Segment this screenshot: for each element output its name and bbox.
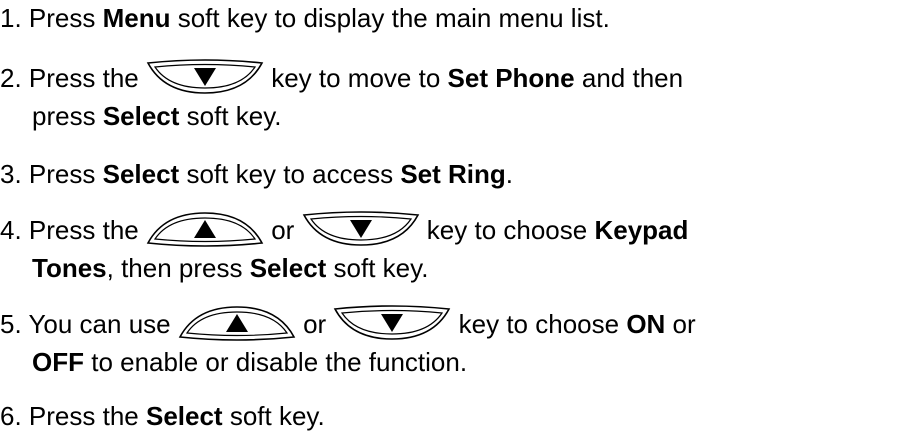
step-number: 2. [0,63,22,93]
step-number: 6. [0,401,22,431]
step-text: Press [28,159,103,189]
bold-term: Select [145,401,223,431]
step-text: . [505,159,513,189]
step-text: soft key to access [179,159,401,189]
step-number: 3. [0,159,22,189]
up-arrow-key-icon [146,211,264,247]
step-5-line-1: 5. You can use or key to choose ON or [0,305,696,342]
step-text: Press the [28,215,146,245]
step-2-line-2: press Select soft key. [32,98,282,134]
up-arrow-key-icon [178,305,296,341]
step-4-line-2: Tones, then press Select soft key. [32,250,428,286]
step-text: press [32,101,103,131]
step-text: key to choose [451,309,627,339]
step-number: 1. [0,3,22,33]
down-arrow-key-icon [333,305,451,341]
step-text: or [295,309,334,339]
step-text: soft key. [179,101,282,131]
step-text: to enable or disable the function. [84,347,468,377]
step-text: key to move to [263,63,448,93]
down-arrow-key-icon [302,211,420,247]
step-text: Press [28,3,103,33]
bold-term: ON [626,309,666,339]
bold-term: OFF [32,347,84,377]
step-text: soft key to display the main menu list. [170,3,610,33]
step-5-line-2: OFF to enable or disable the function. [32,344,467,380]
bold-term: Set Phone [447,63,575,93]
step-1-line-1: 1. Press Menu soft key to display the ma… [0,0,610,36]
bold-term: Keypad [594,215,689,245]
step-text: Press the [28,63,146,93]
step-text: or [665,309,696,339]
step-2-line-1: 2. Press the key to move to Set Phone an… [0,59,684,96]
down-arrow-key-icon [146,59,264,95]
step-text: soft key. [222,401,325,431]
step-text: and then [574,63,684,93]
step-text: soft key. [326,253,429,283]
bold-term: Select [102,159,180,189]
instruction-steps: 1. Press Menu soft key to display the ma… [0,0,903,431]
step-number: 5. [0,309,22,339]
step-3-line-1: 3. Press Select soft key to access Set R… [0,156,513,192]
step-4-line-1: 4. Press the or key to choose Keypad [0,211,689,248]
bold-term: Menu [102,3,171,33]
step-text: , then press [106,253,250,283]
bold-term: Select [102,101,180,131]
step-number: 4. [0,215,22,245]
step-text: or [263,215,302,245]
bold-term: Select [249,253,327,283]
bold-term: Tones [32,253,107,283]
step-text: You can use [28,309,178,339]
step-text: Press the [28,401,146,431]
bold-term: Set Ring [400,159,506,189]
step-text: key to choose [419,215,595,245]
